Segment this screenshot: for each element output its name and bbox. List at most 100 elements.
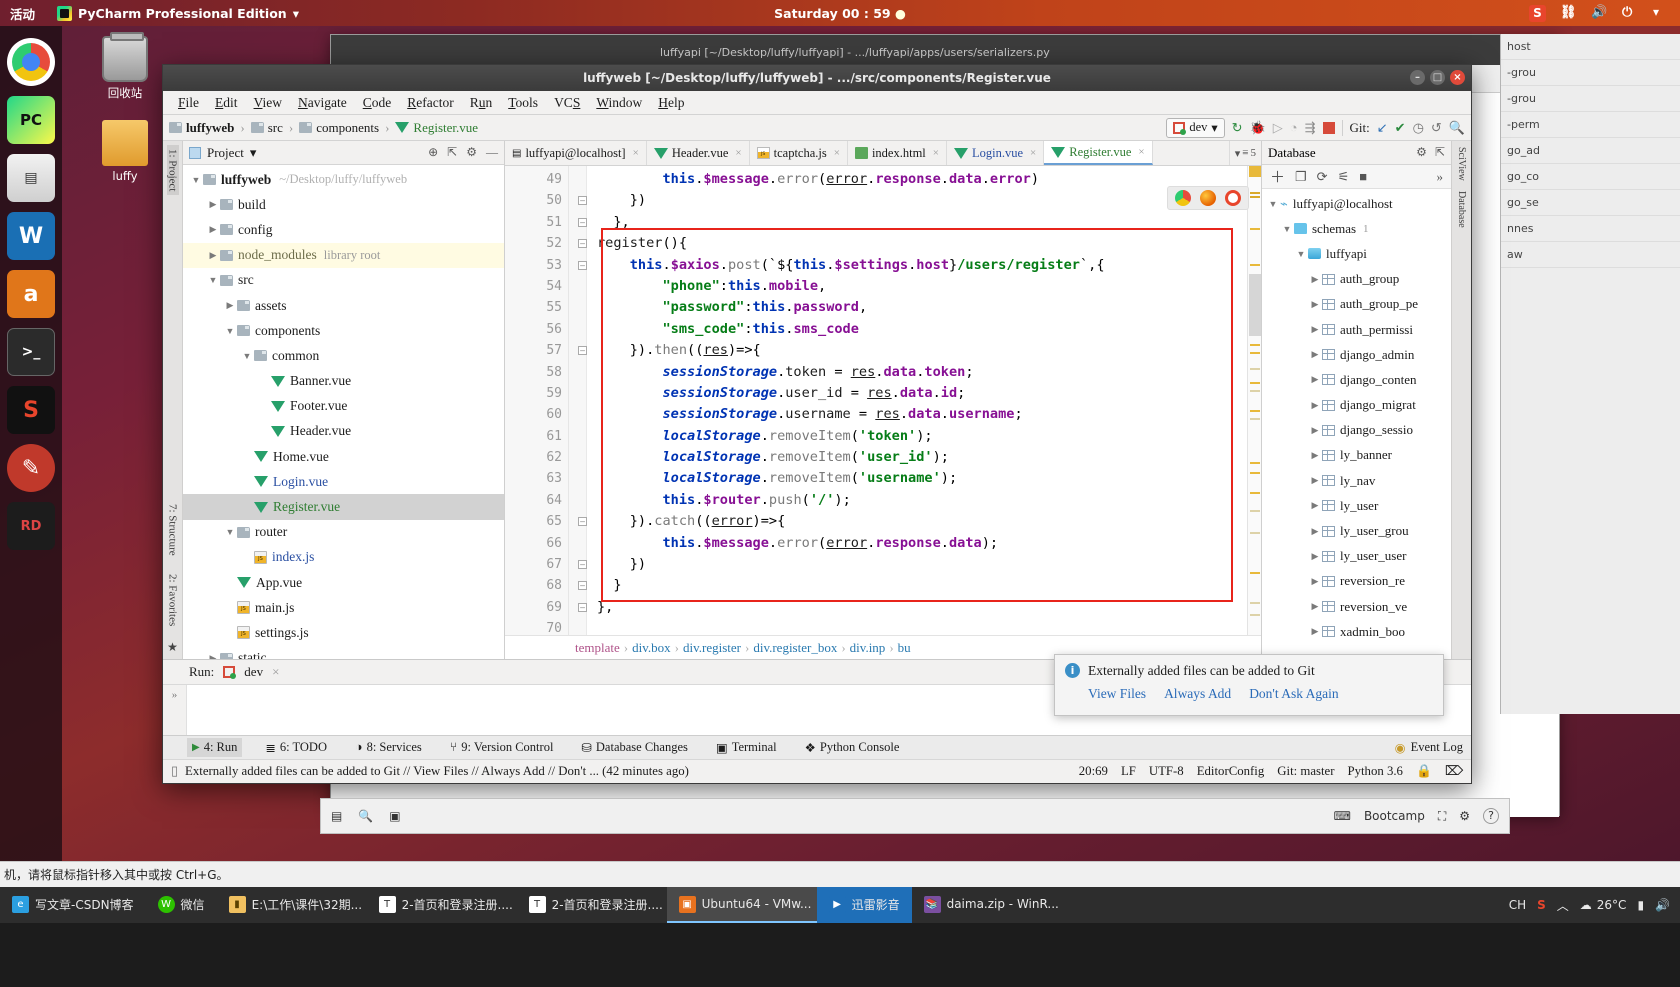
editor-tab-tcaptcha-js[interactable]: tcaptcha.js × [750, 141, 848, 165]
project-tree-item-luffyweb[interactable]: ▼ luffyweb ~/Desktop/luffy/luffyweb [183, 167, 504, 192]
database-toolbar[interactable]: ＋ ❐ ⟳ ⚟ ■ » [1262, 165, 1451, 189]
chevron-right-icon[interactable]: ▶ [1308, 626, 1322, 637]
chevron-down-icon[interactable]: ▾ [1211, 120, 1217, 136]
fullscreen-icon[interactable]: ⛶ [1438, 809, 1446, 824]
tool-window-run[interactable]: ▶ 4: Run [187, 738, 243, 757]
profile-icon[interactable]: ◔ [1290, 120, 1298, 136]
windows-tray[interactable]: CH S ︿ ☁ 26°C ▮ 🔊 [1499, 887, 1680, 923]
right-tool-strip[interactable]: SciView Database [1451, 141, 1471, 659]
settings-gear-icon[interactable]: ⚙ [1416, 145, 1427, 160]
code-line[interactable]: "sms_code":this.sms_code [587, 319, 1247, 340]
database-tree-item-schemas[interactable]: ▼ schemas 1 [1262, 216, 1451, 241]
database-tree-item-ly-nav[interactable]: ▶ ly_nav [1262, 468, 1451, 493]
toolbar-right[interactable]: dev ▾ ↻ 🐞 ▷ ◔ ⇶ Git: ↙ ✔ ◷ ↺ 🔍 [1166, 117, 1465, 138]
tool-window-version-control[interactable]: ⑂ 9: Version Control [445, 738, 559, 757]
status-message[interactable]: Externally added files can be added to G… [185, 764, 689, 779]
run-step-icon[interactable]: ⇶ [1305, 120, 1316, 136]
database-tree-item-auth-group[interactable]: ▶ auth_group [1262, 267, 1451, 292]
show-hidden-icon[interactable]: ︿ [1557, 897, 1569, 914]
breadcrumb-item-project[interactable]: luffyweb [186, 120, 234, 136]
dock-item-pycharm[interactable]: PC [7, 96, 55, 144]
menu-help[interactable]: Help [651, 93, 691, 113]
vmware-bar-right[interactable]: ⌨ Bootcamp ⛶ ⚙ ? [1334, 808, 1499, 824]
code-line[interactable]: localStorage.removeItem('token'); [587, 426, 1247, 447]
error-marker-lane[interactable] [1247, 166, 1261, 635]
code-editor[interactable]: 49 50–51–52–53– 54 55 56 57– 58 59 60 61 62 63 64 65–… [505, 166, 1261, 635]
sidebar-item-structure-tab[interactable]: 7: Structure [167, 500, 179, 560]
project-tree-item-settings-js[interactable]: settings.js [183, 620, 504, 645]
code-line[interactable]: }, [587, 597, 1247, 618]
editor-marker[interactable] [1250, 532, 1260, 534]
project-tree-item-home-vue[interactable]: Home.vue [183, 444, 504, 469]
volume-icon[interactable]: 🔊 [1591, 5, 1608, 22]
chevron-right-icon[interactable]: ▶ [1308, 475, 1322, 486]
breadcrumb-div-box[interactable]: div.box [632, 640, 671, 656]
activities-button[interactable]: 活动 [10, 4, 35, 23]
ubuntu-launcher[interactable]: PC ▤ W a >_ S ✎ RD [0, 26, 62, 861]
desktop-icon-trash[interactable]: 回收站 [86, 32, 164, 101]
breadcrumb-button[interactable]: bu [898, 640, 911, 656]
close-icon[interactable]: × [1138, 146, 1144, 158]
chevron-right-icon[interactable]: ▶ [1308, 500, 1322, 511]
opera-icon[interactable] [1225, 190, 1241, 206]
bottom-tool-strip[interactable]: ▶ 4: Run ≣ 6: TODO ◑ 8: Services ⑂ 9: Ve… [163, 735, 1471, 759]
taskbar-item-winrar[interactable]: 📚 daima.zip - WinR... [912, 887, 1062, 923]
desktop-icon-luffy[interactable]: luffy [86, 120, 164, 183]
power-icon[interactable]: ⏻ [1622, 5, 1639, 22]
refresh-icon[interactable]: ⟳ [1317, 169, 1328, 185]
gear-icon[interactable]: ▾ [1653, 5, 1670, 22]
always-add-link[interactable]: Always Add [1164, 686, 1231, 702]
search-icon[interactable]: 🔍 [358, 809, 373, 823]
chevron-right-icon[interactable]: ▶ [206, 224, 220, 235]
database-tree-item-reversion-ve[interactable]: ▶ reversion_ve [1262, 594, 1451, 619]
fold-toggle-icon[interactable]: – [578, 581, 587, 591]
firefox-icon[interactable] [1200, 190, 1216, 206]
fold-toggle-icon[interactable]: – [578, 217, 587, 227]
breadcrumb[interactable]: luffyweb › src › components › Register.v… [169, 120, 478, 136]
database-tree-item-django-conten[interactable]: ▶ django_conten [1262, 367, 1451, 392]
fold-toggle-icon[interactable]: – [578, 560, 587, 570]
view-files-link[interactable]: View Files [1088, 686, 1146, 702]
project-tree-item-src[interactable]: ▼ src [183, 268, 504, 293]
scrollbar-thumb[interactable] [1249, 274, 1261, 336]
panel-tray[interactable]: S ⛓ 🔊 ⏻ ▾ [1529, 4, 1670, 22]
database-tree-item-django-sessio[interactable]: ▶ django_sessio [1262, 418, 1451, 443]
help-icon[interactable]: ? [1483, 808, 1499, 824]
chevron-right-icon[interactable]: ▶ [1308, 324, 1322, 335]
window-buttons[interactable]: – □ × [1410, 70, 1465, 85]
sogou-input-icon[interactable]: S [1529, 4, 1546, 22]
editor-marker[interactable] [1250, 462, 1260, 464]
project-tree-item-assets[interactable]: ▶ assets [183, 293, 504, 318]
fold-toggle-icon[interactable]: – [578, 260, 587, 270]
inspections-icon[interactable]: ⌦ [1445, 764, 1463, 779]
editor-marker[interactable] [1250, 572, 1260, 574]
rollback-icon[interactable]: ↺ [1431, 120, 1442, 136]
commit-icon[interactable]: ✔ [1395, 120, 1406, 136]
editor-tab-luffyapi-localhost-[interactable]: ▤ luffyapi@localhost] × [505, 141, 647, 165]
vmware-bottom-bar[interactable]: ▤ 🔍 ▣ ⌨ Bootcamp ⛶ ⚙ ? [320, 798, 1510, 834]
more-icon[interactable]: » [1437, 169, 1444, 185]
settings-icon[interactable]: ⚙ [1459, 809, 1470, 823]
code-line[interactable]: sessionStorage.username = res.data.usern… [587, 404, 1247, 425]
editor-marker[interactable] [1250, 418, 1260, 420]
code-line[interactable]: "phone":this.mobile, [587, 276, 1247, 297]
close-icon[interactable]: × [633, 147, 639, 159]
project-tree-item-common[interactable]: ▼ common [183, 343, 504, 368]
chevron-right-icon[interactable]: ▶ [1308, 400, 1322, 411]
sciview-tab[interactable]: SciView [1456, 147, 1467, 181]
project-tree-item-register-vue[interactable]: Register.vue [183, 494, 504, 520]
git-notification-balloon[interactable]: i Externally added files can be added to… [1054, 654, 1444, 716]
add-icon[interactable]: ＋ [1270, 166, 1285, 187]
sogou-icon[interactable]: S [1537, 898, 1546, 912]
code-line[interactable]: "password":this.password, [587, 297, 1247, 318]
taskbar-item-word-1[interactable]: T 2-首页和登录注册.... [367, 887, 517, 923]
database-panel[interactable]: Database ⚙ ⇱ ＋ ❐ ⟳ ⚟ ■ » ▼ ⌁ luffyapi@loca… [1261, 141, 1451, 659]
breadcrumb-div-register[interactable]: div.register [683, 640, 741, 656]
update-project-icon[interactable]: ↙ [1377, 120, 1388, 136]
editor-marker[interactable] [1250, 196, 1260, 198]
stop-icon[interactable] [1322, 121, 1335, 134]
editor-marker[interactable] [1250, 368, 1260, 370]
editor-marker[interactable] [1250, 410, 1260, 412]
tool-window-python-console[interactable]: ❖ Python Console [800, 738, 905, 758]
chrome-icon[interactable] [1175, 190, 1191, 206]
